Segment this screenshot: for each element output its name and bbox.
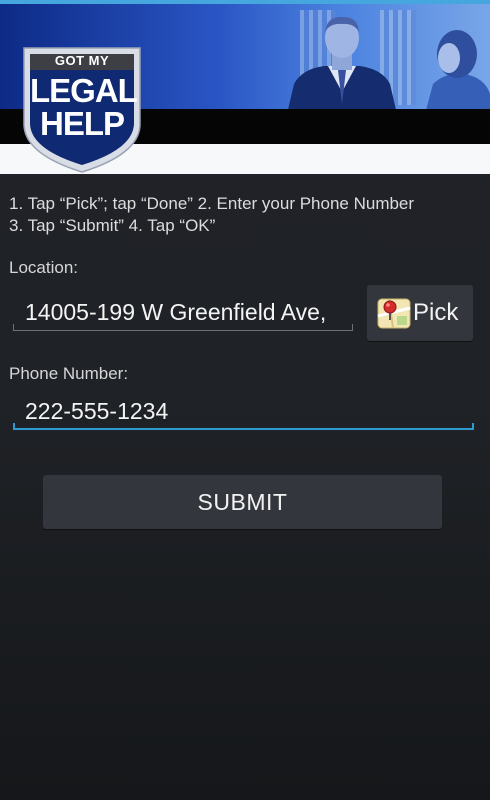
header-banner: GOT MY LEGAL HELP — [0, 0, 490, 174]
location-label: Location: — [9, 258, 78, 277]
logo-line-help: HELP — [39, 105, 125, 142]
pick-button[interactable]: Pick — [367, 285, 473, 341]
lawyer-photo — [288, 16, 396, 109]
instructions-line-2: 3. Tap “Submit” 4. Tap “OK” — [9, 216, 216, 235]
instructions: 1. Tap “Pick”; tap “Done” 2. Enter your … — [9, 193, 484, 237]
instructions-line-1: 1. Tap “Pick”; tap “Done” 2. Enter your … — [9, 194, 415, 213]
logo-top-text: GOT MY — [54, 53, 110, 68]
client-photo — [426, 30, 490, 109]
phone-number-field[interactable]: 222-555-1234 — [13, 396, 474, 430]
phone-label: Phone Number: — [9, 364, 129, 383]
pick-button-label: Pick — [413, 299, 459, 326]
logo-wordmark: LEGAL HELP — [30, 72, 138, 142]
logo-line-legal: LEGAL — [30, 72, 138, 109]
app-screen: GOT MY LEGAL HELP 1. Tap “Pick”; tap “Do… — [0, 0, 490, 800]
location-field[interactable]: 14005-199 W Greenfield Ave, — [13, 297, 353, 331]
map-pin-icon — [377, 298, 411, 329]
submit-button[interactable]: SUBMIT — [43, 475, 442, 529]
